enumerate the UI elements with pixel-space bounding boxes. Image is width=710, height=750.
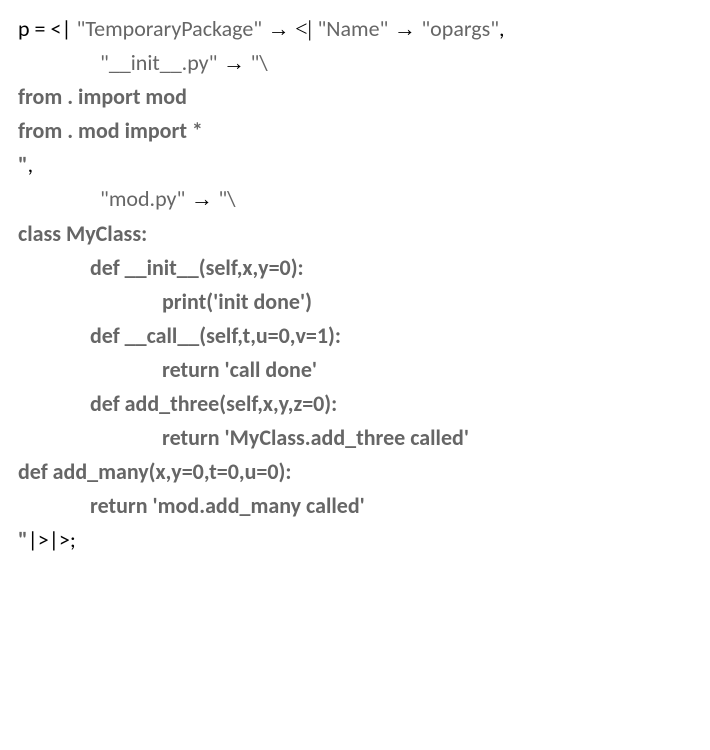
- code-line-16: "|>|>;: [18, 523, 692, 557]
- code-line-5: ",: [18, 148, 692, 182]
- assign-open: p = <|: [18, 15, 77, 42]
- arrow-1: → <|: [262, 16, 317, 41]
- code-line-12: def add_three(self,x,y,z=0):: [18, 387, 692, 421]
- code-line-13: return 'MyClass.add_three called': [18, 421, 692, 455]
- code-line-6: "mod.py" → "\: [18, 182, 692, 216]
- assoc-close: |>|>;: [28, 526, 76, 553]
- code-line-8: def __init__(self,x,y=0):: [18, 251, 692, 285]
- arrow-2: →: [388, 16, 421, 41]
- val-opargs: "opargs": [421, 15, 499, 42]
- string-close-2: ": [18, 526, 28, 553]
- code-line-15: return 'mod.add_many called': [18, 489, 692, 523]
- arrow-3: →: [217, 50, 250, 75]
- key-temporary-package: "TemporaryPackage": [77, 15, 263, 42]
- string-close-1: ": [18, 151, 28, 178]
- comma-1: ,: [499, 15, 505, 42]
- code-line-14: def add_many(x,y=0,t=0,u=0):: [18, 455, 692, 489]
- key-name: "Name": [317, 15, 388, 42]
- code-line-7: class MyClass:: [18, 217, 692, 251]
- key-init-py: "__init__.py": [100, 49, 217, 76]
- code-line-4: from . mod import *: [18, 114, 692, 148]
- key-mod-py: "mod.py": [100, 185, 185, 212]
- code-line-2: "__init__.py" → "\: [18, 46, 692, 80]
- code-line-1: p = <| "TemporaryPackage" → <| "Name" → …: [18, 12, 692, 46]
- string-open-2: "\: [218, 185, 235, 212]
- code-line-3: from . import mod: [18, 80, 692, 114]
- code-line-9: print('init done'): [18, 285, 692, 319]
- arrow-4: →: [185, 186, 218, 211]
- code-line-10: def __call__(self,t,u=0,v=1):: [18, 319, 692, 353]
- string-open-1: "\: [250, 49, 267, 76]
- code-line-11: return 'call done': [18, 353, 692, 387]
- comma-2: ,: [28, 151, 34, 178]
